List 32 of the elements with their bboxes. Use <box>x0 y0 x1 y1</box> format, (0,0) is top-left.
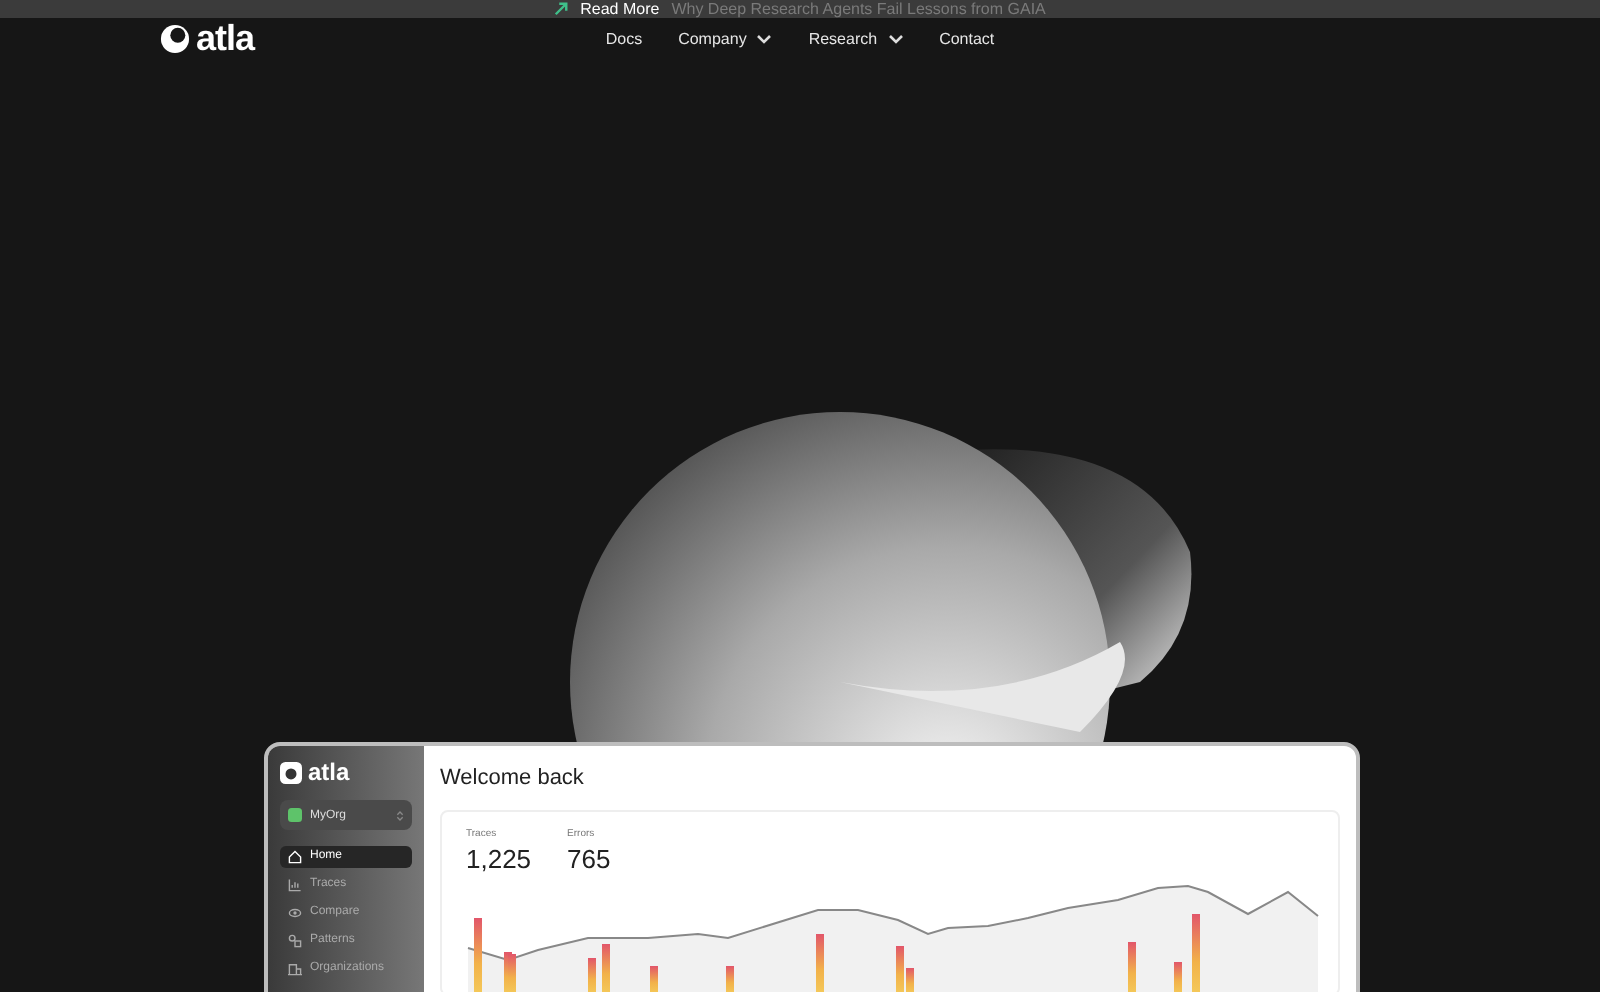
logo-icon <box>160 24 190 54</box>
nav-link[interactable]: Research <box>808 30 904 48</box>
building-icon <box>288 962 302 976</box>
chevron-down-icon <box>887 34 904 44</box>
eye-icon <box>288 906 302 920</box>
read-more-link[interactable]: Read More <box>580 0 660 18</box>
chart-bar <box>650 966 658 992</box>
announcement-headline: Why Deep Research Agents Fail Lessons from GAIA <box>671 0 1046 18</box>
nav-link[interactable]: Docs <box>605 30 643 48</box>
stat-value: 765 <box>567 844 611 874</box>
chart-icon <box>288 878 302 892</box>
logo-wordmark: atla <box>308 758 350 786</box>
chart-bar <box>1174 962 1182 992</box>
chart-bar <box>1192 914 1200 992</box>
chart-bar <box>1128 942 1136 992</box>
chart-bar <box>474 918 482 992</box>
chevron-down-icon <box>756 34 773 44</box>
chart-bar <box>726 966 734 992</box>
expand-icon <box>396 809 404 821</box>
chart-bar <box>602 944 610 992</box>
chart-bar <box>588 958 596 992</box>
home-icon <box>288 850 302 864</box>
org-icon <box>288 808 302 822</box>
shapes-icon <box>288 934 302 948</box>
welcome-heading: Welcome back <box>440 766 586 790</box>
logo-wordmark[interactable]: atla <box>196 18 255 60</box>
nav-link[interactable]: Company <box>678 30 773 48</box>
arrow-icon <box>554 2 569 16</box>
stat-value: 1,225 <box>466 844 532 874</box>
chart-bar <box>816 934 824 992</box>
logo-icon <box>280 761 302 783</box>
nav-link[interactable]: Contact <box>939 30 995 48</box>
